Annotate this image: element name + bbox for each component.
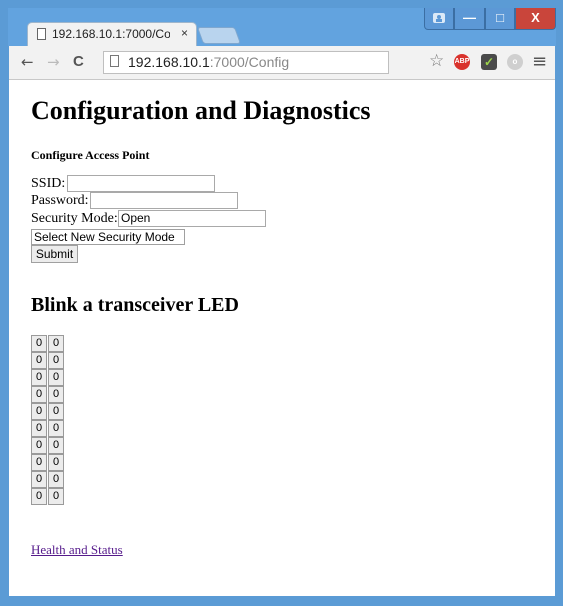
- led-button[interactable]: 0: [48, 386, 64, 403]
- led-button[interactable]: 0: [48, 454, 64, 471]
- led-button[interactable]: 0: [31, 369, 47, 386]
- extension-circle-icon[interactable]: o: [507, 54, 523, 70]
- tab-close-button[interactable]: ×: [181, 26, 188, 40]
- browser-tab[interactable]: 192.168.10.1:7000/Co ×: [27, 22, 197, 46]
- led-button[interactable]: 0: [48, 488, 64, 505]
- led-button[interactable]: 0: [48, 403, 64, 420]
- ssid-field[interactable]: [67, 175, 215, 192]
- adblock-icon[interactable]: ABP: [454, 54, 470, 70]
- close-window-button[interactable]: X: [515, 8, 556, 30]
- led-button[interactable]: 0: [48, 471, 64, 488]
- password-field[interactable]: [90, 192, 238, 209]
- led-button[interactable]: 0: [31, 352, 47, 369]
- led-button[interactable]: 0: [31, 488, 47, 505]
- user-icon[interactable]: [424, 8, 454, 30]
- back-button[interactable]: ←: [21, 53, 34, 71]
- minimize-button[interactable]: —: [454, 8, 485, 30]
- security-mode-label: Security Mode:: [31, 211, 118, 226]
- browser-toolbar: ← → C 192.168.10.1:7000/Config ☆ ABP ✓ o…: [9, 46, 555, 80]
- tab-title: 192.168.10.1:7000/Co: [52, 27, 170, 41]
- new-tab-button[interactable]: [196, 27, 242, 44]
- led-button[interactable]: 0: [48, 437, 64, 454]
- submit-button[interactable]: Submit: [31, 245, 78, 263]
- page-icon: [110, 55, 119, 67]
- security-mode-field[interactable]: Open: [118, 210, 266, 227]
- security-mode-select[interactable]: Select New Security Mode ▾: [31, 229, 185, 258]
- led-button[interactable]: 0: [31, 471, 47, 488]
- page-title: Configuration and Diagnostics: [31, 96, 371, 125]
- extension-check-icon[interactable]: ✓: [481, 54, 497, 70]
- led-button[interactable]: 0: [31, 454, 47, 471]
- led-button[interactable]: 0: [31, 437, 47, 454]
- led-button[interactable]: 0: [31, 335, 47, 352]
- led-button[interactable]: 0: [31, 386, 47, 403]
- ssid-label: SSID:: [31, 176, 66, 191]
- reload-button[interactable]: C: [73, 53, 84, 70]
- bookmark-star-icon[interactable]: ☆: [429, 51, 444, 71]
- health-status-link[interactable]: Health and Status: [31, 542, 123, 558]
- page-content: Configuration and Diagnostics Configure …: [9, 80, 555, 596]
- maximize-button[interactable]: □: [485, 8, 515, 30]
- address-bar[interactable]: 192.168.10.1:7000/Config: [103, 51, 389, 74]
- led-button[interactable]: 0: [48, 335, 64, 352]
- led-button[interactable]: 0: [48, 352, 64, 369]
- led-button[interactable]: 0: [31, 420, 47, 437]
- access-point-heading: Configure Access Point: [31, 148, 150, 162]
- blink-led-heading: Blink a transceiver LED: [31, 294, 239, 316]
- led-button[interactable]: 0: [31, 403, 47, 420]
- menu-icon[interactable]: ≡: [532, 51, 547, 72]
- page-icon: [37, 28, 46, 40]
- forward-button[interactable]: →: [47, 53, 60, 71]
- password-label: Password:: [31, 193, 89, 208]
- led-button[interactable]: 0: [48, 369, 64, 386]
- led-button[interactable]: 0: [48, 420, 64, 437]
- address-text: 192.168.10.1:7000/Config: [128, 54, 290, 70]
